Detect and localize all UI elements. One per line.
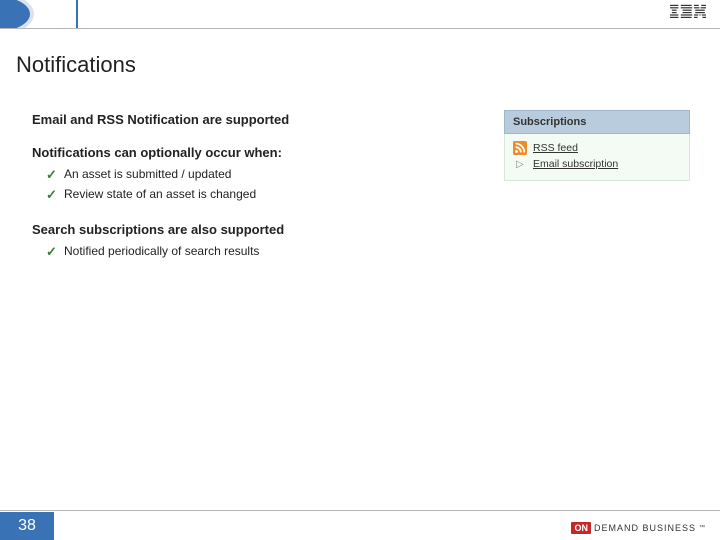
subscriptions-body: RSS feed ▷ Email subscription bbox=[504, 134, 690, 181]
heading-search-subs: Search subscriptions are also supported bbox=[32, 222, 432, 237]
rss-feed-link[interactable]: RSS feed bbox=[533, 142, 578, 154]
ibm-logo bbox=[670, 4, 706, 20]
bullets-when: ✓ An asset is submitted / updated ✓ Review… bbox=[46, 164, 432, 204]
email-subscription-row: ▷ Email subscription bbox=[513, 156, 681, 172]
rss-icon bbox=[513, 141, 527, 155]
main-content: Email and RSS Notification are supported… bbox=[32, 112, 432, 279]
header-divider bbox=[0, 28, 720, 29]
check-icon: ✓ bbox=[46, 167, 57, 183]
list-item: ✓ Review state of an asset is changed bbox=[46, 184, 432, 204]
header-bar bbox=[0, 0, 720, 28]
list-item-label: Notified periodically of search results bbox=[64, 244, 259, 258]
page-title: Notifications bbox=[16, 52, 136, 78]
list-item: ✓ Notified periodically of search results bbox=[46, 241, 432, 261]
demand-text: DEMAND BUSINESS bbox=[594, 523, 696, 533]
check-icon: ✓ bbox=[46, 187, 57, 203]
triangle-right-icon: ▷ bbox=[513, 157, 527, 171]
footer-bar: 38 ON DEMAND BUSINESS ™ bbox=[0, 510, 720, 540]
check-icon: ✓ bbox=[46, 244, 57, 260]
subscriptions-panel: Subscriptions RSS feed ▷ Email subscript… bbox=[504, 110, 690, 181]
list-item-label: An asset is submitted / updated bbox=[64, 167, 231, 181]
page-number: 38 bbox=[0, 512, 54, 540]
subscriptions-header: Subscriptions bbox=[504, 110, 690, 134]
heading-email-rss: Email and RSS Notification are supported bbox=[32, 112, 432, 127]
bullets-search: ✓ Notified periodically of search results bbox=[46, 241, 432, 261]
trademark-icon: ™ bbox=[699, 525, 706, 531]
email-subscription-link[interactable]: Email subscription bbox=[533, 158, 618, 170]
list-item-label: Review state of an asset is changed bbox=[64, 187, 256, 201]
rss-feed-row: RSS feed bbox=[513, 140, 681, 156]
list-item: ✓ An asset is submitted / updated bbox=[46, 164, 432, 184]
on-demand-business-logo: ON DEMAND BUSINESS ™ bbox=[571, 522, 706, 534]
heading-when: Notifications can optionally occur when: bbox=[32, 145, 432, 160]
on-badge: ON bbox=[571, 522, 591, 534]
header-decoration bbox=[0, 0, 140, 28]
